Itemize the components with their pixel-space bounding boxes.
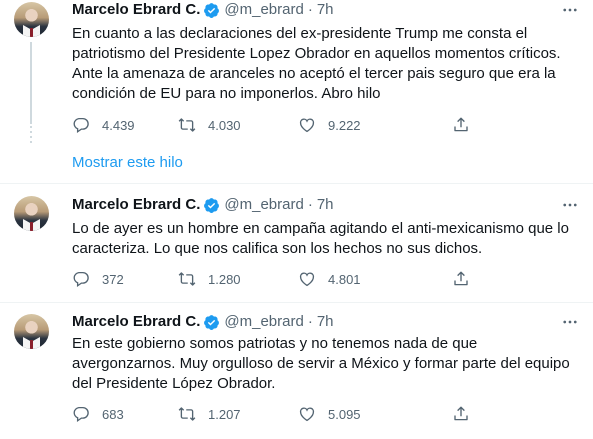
retweet-button[interactable]: 1.280 (178, 269, 241, 289)
thread-line (30, 42, 32, 124)
reply-icon (73, 117, 89, 134)
share-icon (454, 117, 468, 132)
timestamp[interactable]: 7h (317, 312, 334, 332)
reply-icon (73, 406, 89, 423)
retweet-icon (178, 407, 196, 421)
tweet-text: En este gobierno somos patriotas y no te… (72, 335, 570, 392)
like-icon (299, 118, 315, 133)
reply-count: 4.439 (102, 117, 135, 133)
tweet[interactable]: Marcelo Ebrard C. @m_ebrard · 7h Lo de a… (0, 193, 593, 303)
like-count: 9.222 (328, 117, 361, 133)
username[interactable]: @m_ebrard (224, 0, 303, 20)
share-icon (454, 406, 468, 421)
show-thread-link[interactable]: Mostrar este hilo (72, 153, 183, 173)
reply-count: 372 (102, 271, 124, 287)
reply-button[interactable]: 372 (72, 269, 124, 289)
reply-count: 683 (102, 406, 124, 422)
verified-badge-icon (204, 314, 220, 330)
tweet-text: En cuanto a las declaraciones del ex-pre… (72, 25, 561, 102)
display-name[interactable]: Marcelo Ebrard C. (72, 0, 200, 20)
reply-icon (73, 271, 89, 288)
more-icon[interactable] (560, 195, 580, 215)
timestamp[interactable]: 7h (317, 0, 334, 20)
like-button[interactable]: 4.801 (298, 269, 361, 289)
avatar[interactable] (14, 314, 49, 349)
thread-connector (30, 126, 32, 146)
retweet-count: 1.207 (208, 406, 241, 422)
username[interactable]: @m_ebrard (224, 312, 303, 332)
tweet-actions: 4.439 4.030 9.222 (72, 115, 502, 135)
divider (0, 183, 593, 184)
retweet-count: 4.030 (208, 117, 241, 133)
username[interactable]: @m_ebrard (224, 195, 303, 215)
share-button[interactable] (452, 269, 470, 289)
tweet-actions: 372 1.280 4.801 (72, 269, 502, 289)
tweet[interactable]: Marcelo Ebrard C. @m_ebrard · 7h En este… (0, 312, 593, 439)
like-count: 4.801 (328, 271, 361, 287)
more-icon[interactable] (560, 312, 580, 332)
reply-button[interactable]: 683 (72, 404, 124, 424)
like-icon (299, 272, 315, 287)
display-name[interactable]: Marcelo Ebrard C. (72, 195, 200, 215)
divider (0, 302, 593, 303)
share-button[interactable] (452, 404, 470, 424)
display-name[interactable]: Marcelo Ebrard C. (72, 312, 200, 332)
retweet-icon (178, 272, 196, 286)
tweet[interactable]: Marcelo Ebrard C. @m_ebrard · 7h En cuan… (0, 0, 593, 150)
avatar[interactable] (14, 2, 49, 37)
reply-button[interactable]: 4.439 (72, 115, 135, 135)
retweet-icon (178, 118, 196, 132)
tweet-text: Lo de ayer es un hombre en campaña agita… (72, 220, 569, 257)
like-button[interactable]: 5.095 (298, 404, 361, 424)
tweet-header: Marcelo Ebrard C. @m_ebrard · 7h (72, 0, 334, 20)
like-icon (299, 407, 315, 422)
tweet-header: Marcelo Ebrard C. @m_ebrard · 7h (72, 195, 334, 215)
tweet-actions: 683 1.207 5.095 (72, 404, 502, 424)
verified-badge-icon (204, 197, 220, 213)
more-icon[interactable] (560, 0, 580, 20)
like-count: 5.095 (328, 406, 361, 422)
verified-badge-icon (204, 2, 220, 18)
avatar[interactable] (14, 196, 49, 231)
share-icon (454, 271, 468, 286)
timestamp[interactable]: 7h (317, 195, 334, 215)
like-button[interactable]: 9.222 (298, 115, 361, 135)
retweet-count: 1.280 (208, 271, 241, 287)
tweet-header: Marcelo Ebrard C. @m_ebrard · 7h (72, 312, 334, 332)
retweet-button[interactable]: 4.030 (178, 115, 241, 135)
share-button[interactable] (452, 115, 470, 135)
retweet-button[interactable]: 1.207 (178, 404, 241, 424)
